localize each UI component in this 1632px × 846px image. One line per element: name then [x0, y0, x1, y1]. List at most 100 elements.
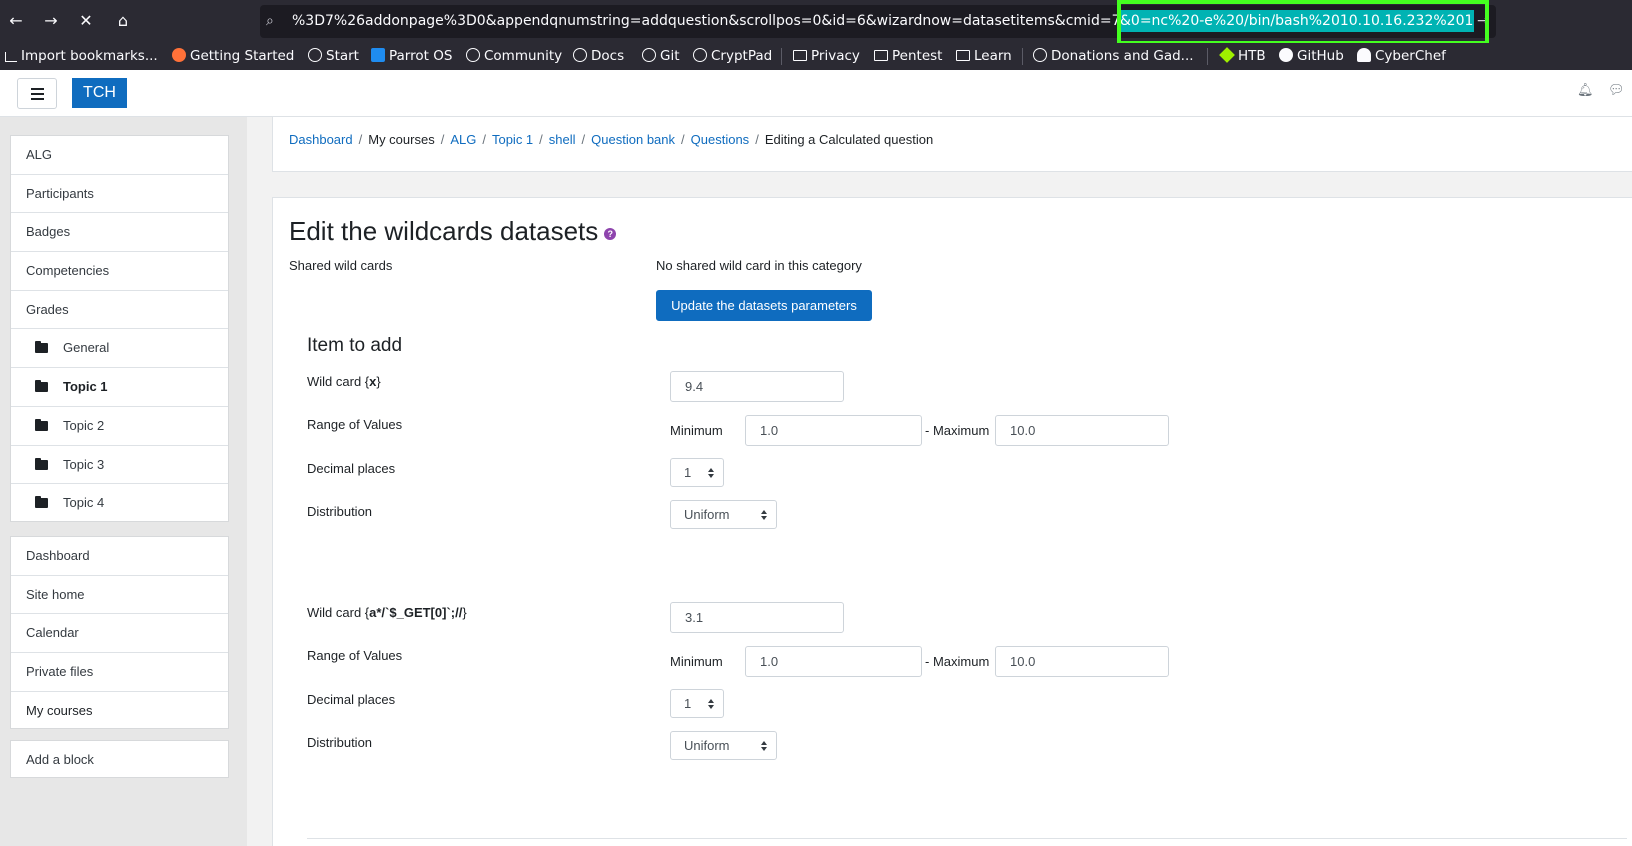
select-arrow-down — [708, 705, 714, 709]
bookmark-folder-privacy[interactable]: Privacy — [793, 47, 860, 65]
bookmark-git[interactable]: Git — [642, 47, 680, 65]
help-icon[interactable]: ? — [604, 228, 617, 240]
wildcard-label: Wild card {x} — [307, 374, 381, 389]
breadcrumb-separator: / — [482, 132, 486, 147]
decimal-places-label: Decimal places — [307, 461, 396, 476]
menu-toggle-button[interactable] — [17, 78, 57, 109]
sidebar-item-topic-1[interactable]: Topic 1 — [11, 368, 228, 407]
maximum-input[interactable]: 10.0 — [995, 646, 1169, 677]
folder-icon — [35, 457, 48, 470]
bookmark-htb[interactable]: HTB — [1219, 47, 1266, 65]
sidebar-item-competencies[interactable]: Competencies — [11, 252, 228, 291]
breadcrumb-my-courses: My courses — [368, 132, 435, 147]
sidebar-item-participants[interactable]: Participants — [11, 175, 228, 214]
url-highlight-box — [1117, 0, 1489, 45]
forward-icon[interactable]: → — [41, 11, 61, 31]
breadcrumb-shell[interactable]: shell — [549, 132, 576, 147]
import-icon — [5, 52, 17, 62]
sidebar-item-general[interactable]: General — [11, 329, 228, 369]
sidebar-item-topic-4[interactable]: Topic 4 — [11, 484, 228, 523]
folder-icon — [35, 418, 48, 431]
breadcrumb-questions[interactable]: Questions — [691, 132, 750, 147]
sidebar-item-topic-2[interactable]: Topic 2 — [11, 407, 228, 446]
course-nav-block: ALG Participants Badges Competencies Gra… — [10, 135, 229, 522]
sidebar-item-dashboard[interactable]: Dashboard — [11, 537, 228, 576]
nav-drawer: ALG Participants Badges Competencies Gra… — [0, 117, 247, 846]
minimum-input[interactable]: 1.0 — [745, 415, 922, 446]
menu-icon — [31, 88, 44, 90]
distribution-label: Distribution — [307, 504, 373, 519]
content-card: Edit the wildcards datasets? Shared wild… — [272, 197, 1632, 846]
bookmark-cyberchef[interactable]: CyberChef — [1357, 47, 1446, 65]
home-icon[interactable]: ⌂ — [113, 11, 133, 31]
sidebar-item-calendar[interactable]: Calendar — [11, 614, 228, 654]
sidebar-item-alg[interactable]: ALG — [11, 136, 228, 175]
decimal-places-label: Decimal places — [307, 692, 396, 707]
distribution-select[interactable]: Uniform — [670, 731, 777, 760]
bookmark-folder-learn[interactable]: Learn — [956, 47, 1012, 65]
minimum-input[interactable]: 1.0 — [745, 646, 922, 677]
wildcard-value-input[interactable]: 3.1 — [670, 602, 844, 633]
bookmark-github[interactable]: GitHub — [1279, 47, 1344, 65]
bookmarks-bar: Import bookmarks... Getting Started Star… — [0, 43, 1632, 70]
maximum-label: - Maximum — [925, 654, 990, 669]
select-arrows-icon — [708, 699, 714, 703]
sidebar-item-grades[interactable]: Grades — [11, 291, 228, 330]
menu-icon-bar — [31, 98, 44, 100]
folder-icon — [35, 341, 48, 354]
sidebar-item-topic-3[interactable]: Topic 3 — [11, 446, 228, 485]
add-block-link[interactable]: Add a block — [11, 741, 228, 780]
chef-icon — [1357, 48, 1371, 62]
page-title: Edit the wildcards datasets? — [289, 216, 617, 247]
section-divider — [307, 838, 1627, 839]
folder-icon — [956, 50, 970, 61]
back-icon[interactable]: ← — [6, 11, 26, 31]
bookmark-separator — [1022, 48, 1023, 65]
decimal-places-select[interactable]: 1 — [670, 689, 724, 718]
bookmark-donations[interactable]: Donations and Gad... — [1033, 47, 1194, 65]
breadcrumb-separator: / — [581, 132, 586, 147]
main-region: Dashboard / My courses / ALG / Topic 1 / shell / Q… — [272, 117, 1632, 846]
select-arrows-icon — [708, 468, 714, 472]
bookmark-parrot-os[interactable]: Parrot OS — [371, 47, 452, 65]
globe-icon — [693, 48, 707, 62]
wildcard-label: Wild card {a*/`$_GET[0]`;//} — [307, 605, 467, 620]
firefox-icon — [172, 48, 186, 62]
sidebar-item-site-home[interactable]: Site home — [11, 576, 228, 615]
breadcrumb-dashboard[interactable]: Dashboard — [289, 132, 353, 147]
bookmark-start[interactable]: Start — [308, 47, 359, 65]
bookmark-getting-started[interactable]: Getting Started — [172, 47, 294, 65]
breadcrumb-question-bank[interactable]: Question bank — [591, 132, 675, 147]
bell-icon[interactable]: 🔔︎ — [1577, 83, 1594, 98]
globe-icon — [573, 48, 587, 62]
update-datasets-button[interactable]: Update the datasets parameters — [656, 290, 872, 321]
bookmark-community[interactable]: Community — [466, 47, 562, 65]
distribution-select[interactable]: Uniform — [670, 500, 777, 529]
bookmark-cryptpad[interactable]: CryptPad — [693, 47, 772, 65]
breadcrumb-alg[interactable]: ALG — [450, 132, 476, 147]
github-icon — [1279, 48, 1293, 62]
minimum-label: Minimum — [670, 654, 723, 669]
breadcrumb-topic-1[interactable]: Topic 1 — [492, 132, 533, 147]
folder-icon — [35, 380, 48, 393]
url-text: %3D7%26addonpage%3D0&appendqnumstring=ad… — [292, 13, 1121, 29]
maximum-input[interactable]: 10.0 — [995, 415, 1169, 446]
sidebar-item-private-files[interactable]: Private files — [11, 653, 228, 692]
stop-loading-icon[interactable]: ✕ — [76, 11, 96, 31]
globe-icon — [466, 48, 480, 62]
sidebar-item-my-courses[interactable]: My courses — [11, 692, 228, 731]
decimal-places-select[interactable]: 1 — [670, 458, 724, 487]
site-brand[interactable]: TCH — [72, 78, 127, 108]
breadcrumb-separator: / — [539, 132, 543, 147]
globe-icon — [308, 48, 322, 62]
chat-icon[interactable]: 💬︎ — [1608, 83, 1625, 98]
breadcrumb-separator: / — [358, 132, 363, 147]
wildcard-value-input[interactable]: 9.4 — [670, 371, 844, 402]
select-arrow-down — [761, 516, 767, 520]
bookmark-docs[interactable]: Docs — [573, 47, 624, 65]
bookmark-import[interactable]: Import bookmarks... — [5, 47, 158, 65]
select-arrows-icon — [761, 741, 767, 745]
add-block-block: Add a block — [10, 740, 229, 778]
bookmark-folder-pentest[interactable]: Pentest — [874, 47, 942, 65]
sidebar-item-badges[interactable]: Badges — [11, 213, 228, 253]
